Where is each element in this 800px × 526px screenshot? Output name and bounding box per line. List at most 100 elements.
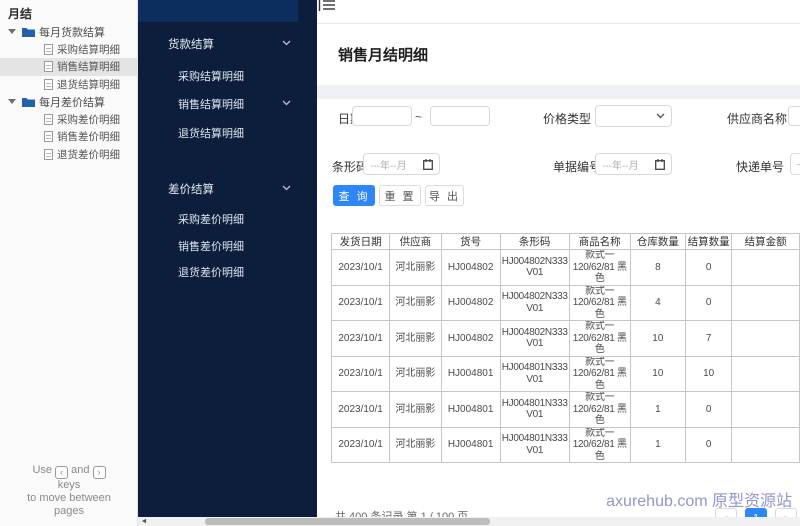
- table-cell: 10: [629, 320, 686, 357]
- table-header-row: 发货日期 供应商 货号 条形码 商品名称 仓库数量 结算数量 结算金额: [330, 233, 800, 250]
- query-button[interactable]: 查 询: [333, 185, 375, 206]
- export-button[interactable]: 导 出: [425, 185, 464, 206]
- app-window: 月结 每月货款结算 采购结算明细 销售结算明细 退货结算明细 每月差价结算 采购差价明细销…: [0, 0, 800, 526]
- left-arrow-keycap-icon: ‹: [55, 466, 69, 479]
- nav-item-label: 退货结算明细: [178, 128, 244, 140]
- table-cell: 7: [684, 320, 733, 357]
- price-type-select[interactable]: [595, 105, 672, 127]
- hint-use: Use: [32, 464, 52, 476]
- table-cell: 款式一 120/62/81 黑色: [568, 320, 631, 357]
- document-icon: [44, 43, 53, 55]
- nav-item[interactable]: 退货差价明细: [138, 264, 317, 280]
- nav-item[interactable]: 销售结算明细: [138, 96, 317, 112]
- page-title: 销售月结明细: [338, 47, 429, 64]
- date-from-input[interactable]: [352, 106, 412, 126]
- table-cell: HJ004802: [440, 320, 501, 357]
- table-cell: 河北丽影: [389, 320, 442, 357]
- tree-item-label: 销售结算明细: [57, 61, 120, 74]
- document-icon: [44, 148, 53, 160]
- table-cell: 2023/10/1: [330, 284, 391, 321]
- tree-item[interactable]: 退货差价明细: [0, 146, 138, 164]
- table-cell: HJ004802N333 V01: [499, 284, 570, 321]
- tree-group-label: 每月差价结算: [39, 96, 105, 109]
- supplier-input[interactable]: [788, 106, 800, 126]
- table-row[interactable]: 2023/10/1 河北丽影 HJ004801 HJ004801N333 V01 款式一…: [330, 355, 800, 392]
- scrollbar-thumb[interactable]: [205, 518, 490, 525]
- table-cell: 0: [684, 426, 733, 463]
- table-cell: 款式一 120/62/81 黑色: [568, 284, 631, 321]
- tree-group-label: 每月货款结算: [39, 26, 105, 39]
- scroll-left-arrow-icon[interactable]: ◄: [138, 517, 150, 526]
- table-row[interactable]: 2023/10/1 河北丽影 HJ004801 HJ004801N333 V01 款式一…: [330, 426, 800, 463]
- folder-icon: [22, 97, 35, 107]
- keyboard-hint: Use ‹ and › keys to move between pages: [0, 464, 138, 518]
- tree-list: 每月货款结算采购结算明细 销售结算明细 退货结算明细每月差价结算采购差价明细销售差价…: [0, 23, 138, 163]
- nav-item[interactable]: 采购结算明细: [138, 68, 317, 84]
- tree-item-label: 退货结算明细: [57, 78, 120, 91]
- date-to-input[interactable]: [430, 106, 490, 126]
- nav-item[interactable]: 退货结算明细: [138, 125, 317, 141]
- caret-down-icon[interactable]: [8, 29, 16, 35]
- tree-group-0[interactable]: 每月货款结算: [0, 23, 138, 41]
- tree-item[interactable]: 销售结算明细: [0, 58, 138, 76]
- table-cell: 款式一 120/62/81 黑色: [568, 249, 631, 286]
- month-placeholder: ---年--月: [602, 160, 639, 172]
- tree-item-label: 采购结算明细: [57, 43, 120, 56]
- document-icon: [44, 61, 53, 73]
- calendar-icon: [655, 158, 665, 170]
- month-placeholder: ---年--月: [370, 160, 407, 172]
- table-header-cell: 发货日期: [330, 233, 391, 250]
- header-divider: [317, 23, 800, 24]
- express-input[interactable]: —: [790, 153, 800, 175]
- collapse-menu-icon[interactable]: [318, 0, 336, 11]
- nav-section-0[interactable]: 货款结算: [138, 36, 317, 52]
- tree-item[interactable]: 销售差价明细: [0, 128, 138, 146]
- doc-no-month-input[interactable]: ---年--月: [595, 153, 672, 175]
- caret-down-icon[interactable]: [8, 99, 16, 105]
- nav-section-1[interactable]: 差价结算: [138, 181, 317, 197]
- tree-item[interactable]: 退货结算明细: [0, 76, 138, 94]
- table-cell: 河北丽影: [389, 355, 442, 392]
- chevron-down-icon: [282, 185, 291, 191]
- table-row[interactable]: 2023/10/1 河北丽影 HJ004802 HJ004802N333 V01 款式一…: [330, 249, 800, 286]
- table-cell: 0: [684, 249, 733, 286]
- table-cell: 4: [629, 284, 686, 321]
- table-cell: [731, 249, 800, 286]
- calendar-icon: [423, 158, 433, 170]
- table-cell: 1: [629, 426, 686, 463]
- tree-item[interactable]: 采购差价明细: [0, 111, 138, 129]
- table-cell: 2023/10/1: [330, 426, 391, 463]
- table-cell: HJ004801N333 V01: [499, 391, 570, 428]
- barcode-month-input[interactable]: ---年--月: [363, 153, 440, 175]
- table-header-cell: 商品名称: [568, 233, 631, 250]
- supplier-label: 供应商名称: [727, 112, 788, 126]
- nav-item-label: 销售差价明细: [178, 241, 244, 253]
- nav-section-label: 差价结算: [168, 184, 214, 196]
- reset-button[interactable]: 重 置: [379, 185, 421, 206]
- table-cell: HJ004801N333 V01: [499, 426, 570, 463]
- table-row[interactable]: 2023/10/1 河北丽影 HJ004801 HJ004801N333 V01 款式一…: [330, 391, 800, 428]
- table-cell: 款式一 120/62/81 黑色: [568, 355, 631, 392]
- chevron-down-icon: [282, 100, 291, 106]
- table-cell: 河北丽影: [389, 391, 442, 428]
- nav-item-label: 采购差价明细: [178, 214, 244, 226]
- document-icon: [44, 78, 53, 90]
- horizontal-scrollbar[interactable]: ◄: [138, 517, 800, 526]
- nav-sidebar: 货款结算采购结算明细 销售结算明细退货结算明细差价结算采购差价明细 销售差价明细退货…: [138, 0, 317, 526]
- nav-header-block: [138, 0, 298, 22]
- hint-and: and: [71, 464, 90, 476]
- nav-item[interactable]: 销售差价明细: [138, 238, 317, 254]
- chevron-down-icon: [282, 40, 291, 46]
- nav-item[interactable]: 采购差价明细: [138, 211, 317, 227]
- table-cell: 0: [684, 391, 733, 428]
- folder-icon: [22, 27, 35, 37]
- table-header-cell: 供应商: [389, 233, 442, 250]
- table-cell: 8: [629, 249, 686, 286]
- tree-item[interactable]: 采购结算明细: [0, 41, 138, 59]
- table-cell: 河北丽影: [389, 426, 442, 463]
- tree-item-label: 销售差价明细: [57, 131, 120, 144]
- table-row[interactable]: 2023/10/1 河北丽影 HJ004802 HJ004802N333 V01 款式一…: [330, 320, 800, 357]
- tree-group-1[interactable]: 每月差价结算: [0, 93, 138, 111]
- table-row[interactable]: 2023/10/1 河北丽影 HJ004802 HJ004802N333 V01 款式一…: [330, 284, 800, 321]
- table-cell: HJ004801: [440, 355, 501, 392]
